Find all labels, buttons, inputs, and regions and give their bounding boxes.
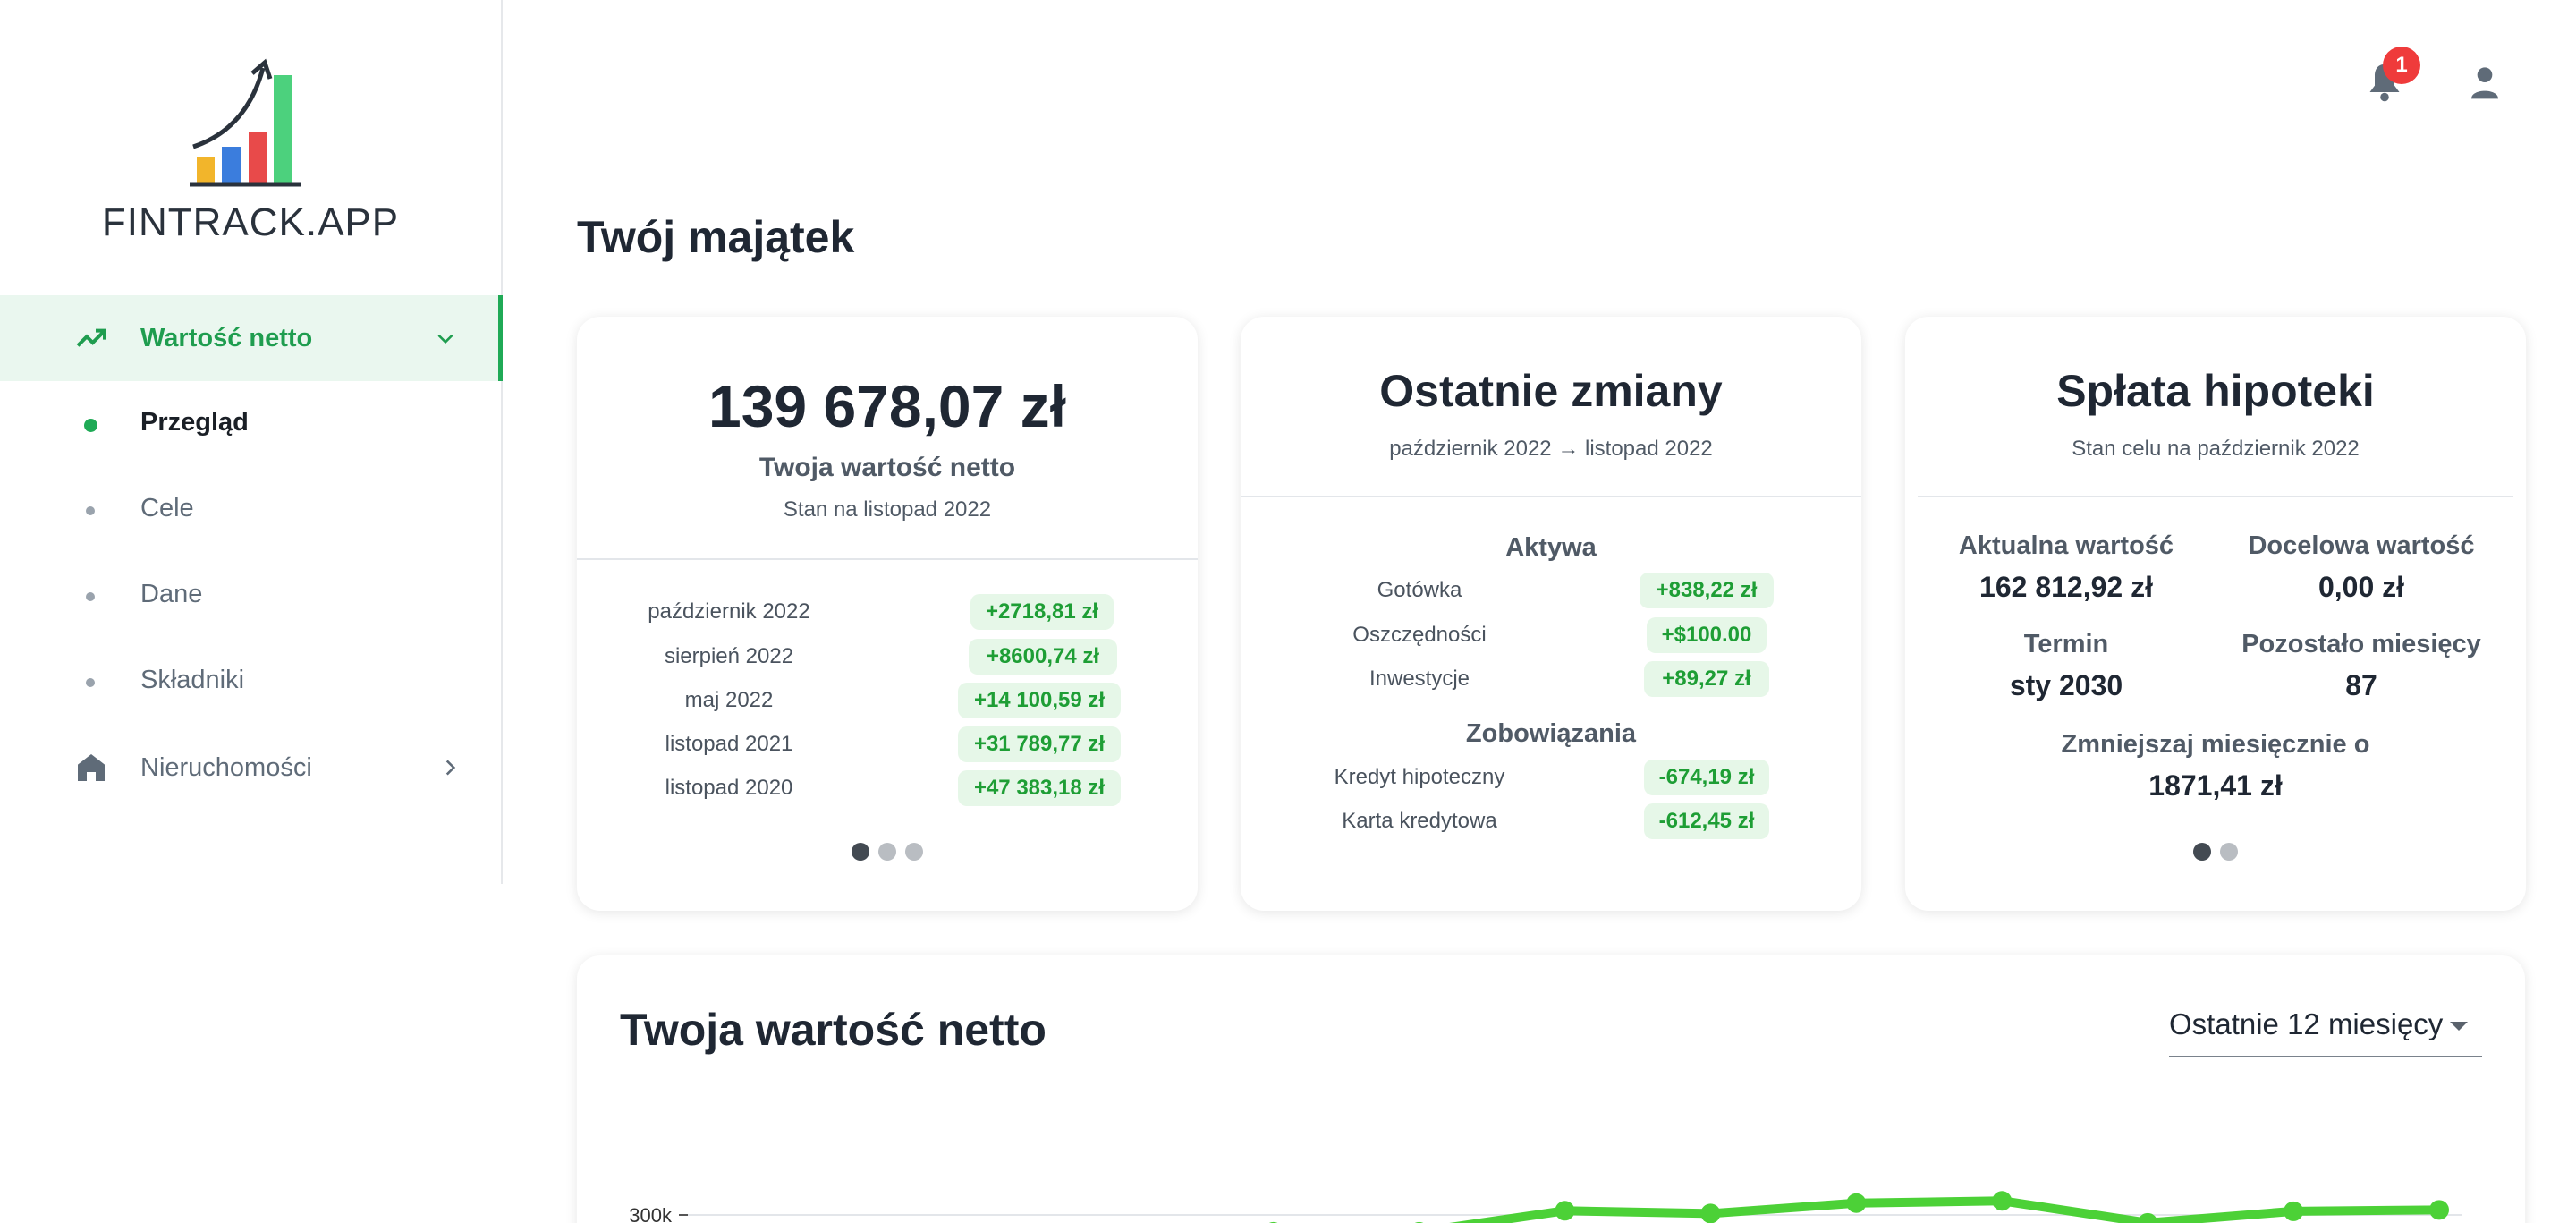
change-pill: +47 383,18 zł	[958, 770, 1121, 806]
range-from: październik 2022	[1389, 437, 1552, 461]
data-point[interactable]	[1846, 1193, 1867, 1213]
nav-item-real-estate[interactable]: Nieruchomości	[0, 725, 503, 811]
bullet-icon	[86, 592, 95, 601]
sidebar-item-components[interactable]: Składniki	[0, 639, 503, 725]
range-select[interactable]: Ostatnie 12 miesięcy	[2169, 1000, 2482, 1057]
sidebar-item-label: Przegląd	[140, 408, 249, 437]
card-divider	[1241, 496, 1861, 497]
net-worth-chart-card: Twoja wartość netto Ostatnie 12 miesięcy…	[577, 955, 2525, 1223]
range-select-value: Ostatnie 12 miesięcy	[2169, 1007, 2444, 1040]
net-worth-label: Twoja wartość netto	[758, 453, 1016, 482]
mortgage-title: Spłata hipoteki	[2056, 366, 2375, 416]
change-pill: +31 789,77 zł	[958, 726, 1121, 762]
trending-up-icon	[73, 320, 109, 356]
change-pill: +838,22 zł	[1640, 573, 1774, 608]
recent-changes-range: październik 2022 → listopad 2022	[1241, 437, 1861, 462]
target-value-label: Docelowa wartość	[2248, 531, 2475, 560]
data-point[interactable]	[1992, 1191, 2012, 1211]
assets-title: Aktywa	[1505, 533, 1597, 562]
change-pill: +14 100,59 zł	[958, 683, 1121, 718]
term-value: sty 2030	[2009, 669, 2123, 701]
carousel-dot[interactable]	[2220, 843, 2238, 861]
asset-name: Oszczędności	[1352, 623, 1487, 647]
carousel-dots[interactable]	[1905, 843, 2526, 861]
change-pill: -674,19 zł	[1644, 760, 1769, 795]
nav-item-net-worth[interactable]: Wartość netto	[0, 295, 503, 381]
bullet-icon	[84, 419, 97, 432]
months-left-label: Pozostało miesięcy	[2241, 630, 2481, 658]
change-pill: +8600,74 zł	[969, 639, 1117, 675]
change-pill: +2718,81 zł	[970, 594, 1114, 630]
data-point[interactable]	[1700, 1203, 1721, 1223]
period-label: październik 2022	[648, 599, 810, 624]
page-title: Twój majątek	[577, 212, 855, 262]
recent-changes-card: Ostatnie zmiany październik 2022 → listo…	[1241, 317, 1861, 911]
period-label: listopad 2021	[665, 732, 793, 756]
asset-name: Inwestycje	[1368, 667, 1470, 691]
months-left-value: 87	[2345, 669, 2377, 701]
net-worth-card: 139 678,07 zł Twoja wartość netto Stan n…	[577, 317, 1198, 911]
dropdown-arrow-icon	[2450, 1022, 2468, 1031]
bullet-icon	[86, 506, 95, 515]
app-logo[interactable]: FINTRACK.APP	[98, 57, 411, 254]
liability-name: Kredyt hipoteczny	[1334, 765, 1505, 789]
user-account-icon[interactable]	[2467, 64, 2503, 100]
recent-changes-title: Ostatnie zmiany	[1379, 366, 1723, 416]
liabilities-title: Zobowiązania	[1465, 719, 1637, 748]
period-label: maj 2022	[684, 688, 774, 712]
notification-count-badge: 1	[2383, 47, 2420, 84]
sidebar: FINTRACK.APP Wartość netto Przegląd Cele…	[0, 0, 503, 884]
y-tick-label: 300k	[629, 1204, 673, 1223]
asset-name: Gotówka	[1377, 578, 1462, 602]
nav-label-net-worth: Wartość netto	[140, 323, 313, 352]
mortgage-caption: Stan celu na październik 2022	[2072, 437, 2360, 461]
period-label: listopad 2020	[665, 776, 793, 800]
card-divider	[577, 558, 1198, 560]
current-value-label: Aktualna wartość	[1958, 531, 2174, 560]
data-point[interactable]	[1555, 1201, 1575, 1221]
card-divider	[1918, 496, 2513, 497]
sidebar-item-goals[interactable]: Cele	[0, 467, 503, 553]
arrow-right-icon: →	[1557, 437, 1585, 461]
data-point[interactable]	[2429, 1200, 2449, 1220]
term-label: Termin	[2023, 630, 2109, 658]
sidebar-item-label: Cele	[140, 494, 194, 522]
net-worth-caption: Stan na listopad 2022	[783, 497, 992, 522]
home-icon	[73, 750, 109, 786]
sidebar-item-label: Dane	[140, 580, 203, 608]
sidebar-item-label: Składniki	[140, 666, 245, 694]
period-label: sierpień 2022	[664, 644, 794, 668]
logo-chart-icon	[190, 58, 301, 187]
monthly-reduce-label: Zmniejszaj miesięcznie o	[2061, 730, 2370, 759]
chevron-down-icon	[432, 325, 459, 352]
carousel-dot[interactable]	[2193, 843, 2211, 861]
nav-label-real-estate: Nieruchomości	[140, 752, 312, 782]
range-to: listopad 2022	[1585, 437, 1713, 461]
mortgage-card: Spłata hipoteki Stan celu na październik…	[1905, 317, 2526, 911]
bullet-icon	[86, 678, 95, 687]
data-point[interactable]	[2284, 1201, 2304, 1221]
logo-text: FINTRACK.APP	[101, 200, 400, 244]
carousel-dot[interactable]	[905, 843, 923, 861]
change-pill: +$100.00	[1647, 617, 1767, 653]
target-value: 0,00 zł	[2318, 571, 2405, 603]
net-worth-line-chart: 300k280k	[629, 1191, 2462, 1223]
sidebar-item-data[interactable]: Dane	[0, 553, 503, 639]
carousel-dot[interactable]	[878, 843, 896, 861]
liability-name: Karta kredytowa	[1342, 809, 1497, 833]
carousel-dot[interactable]	[852, 843, 869, 861]
change-pill: +89,27 zł	[1644, 661, 1769, 697]
chart-title: Twoja wartość netto	[620, 1005, 1046, 1055]
monthly-reduce-value: 1871,41 zł	[2148, 769, 2283, 802]
current-value: 162 812,92 zł	[1979, 571, 2153, 603]
carousel-dots[interactable]	[577, 843, 1198, 861]
sidebar-item-overview[interactable]: Przegląd	[0, 381, 503, 467]
net-worth-value: 139 678,07 zł	[708, 373, 1066, 439]
chevron-right-icon	[436, 754, 463, 781]
change-pill: -612,45 zł	[1644, 803, 1769, 839]
